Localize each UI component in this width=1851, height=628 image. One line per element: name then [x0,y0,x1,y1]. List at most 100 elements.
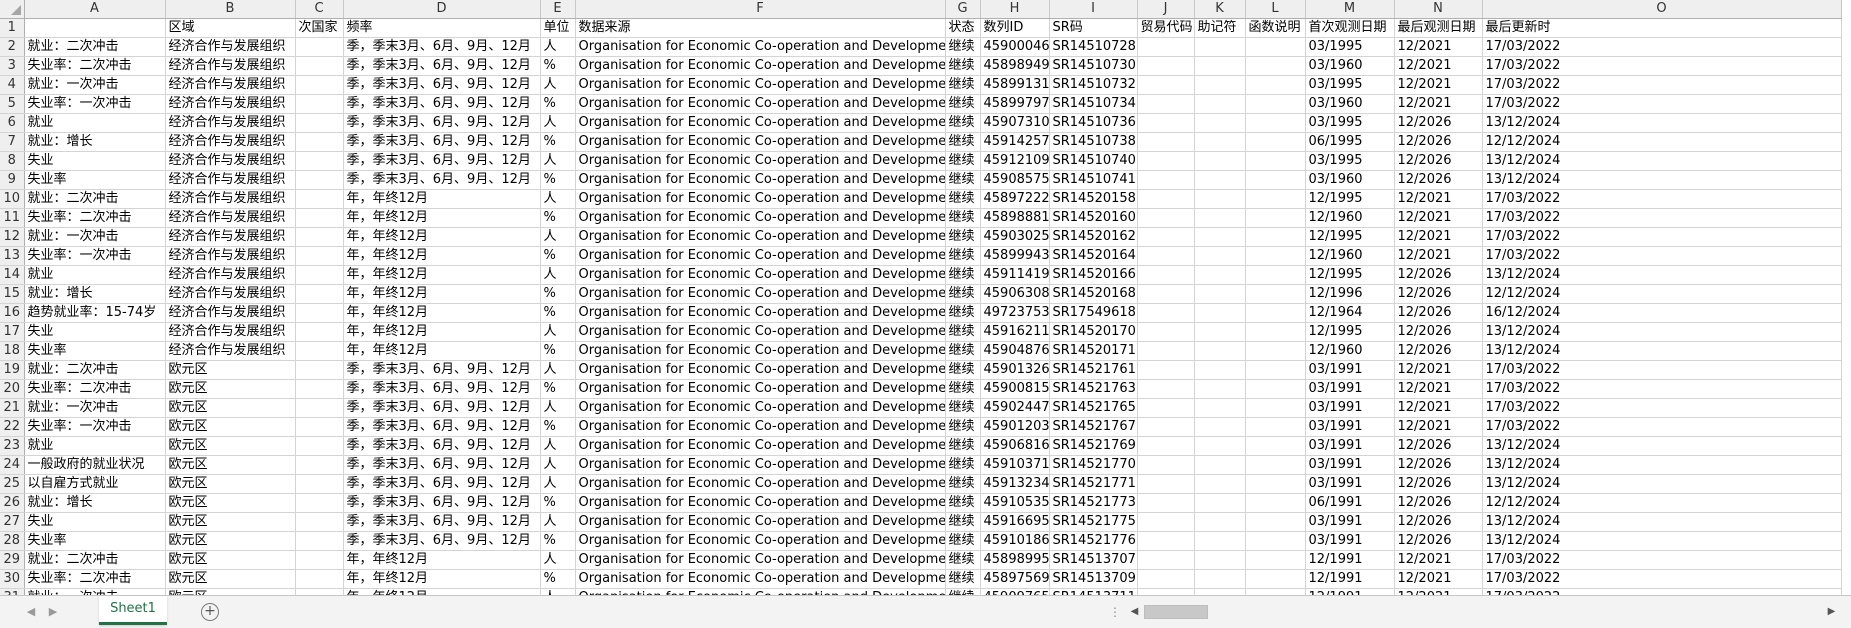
cell-c[interactable] [295,417,344,437]
cell-h[interactable]: 459166957 [980,512,1050,532]
cell-d[interactable]: 年，年终12月 [343,265,541,285]
column-header-l[interactable]: L [1245,0,1306,19]
cell-g[interactable]: 继续 [945,417,981,437]
cell-b[interactable]: 欧元区 [165,360,296,380]
cell-a[interactable]: 失业率：二次冲击 [24,379,166,399]
cell-b[interactable]: 经济合作与发展组织 [165,151,296,171]
cell-n[interactable]: 12/2026 [1394,113,1483,133]
cell-b[interactable]: 经济合作与发展组织 [165,208,296,228]
cell-l[interactable] [1245,227,1306,247]
cell-k[interactable] [1194,37,1246,57]
row-header[interactable]: 26 [0,493,25,513]
cell-c[interactable] [295,398,344,418]
cell-f[interactable]: Organisation for Economic Co-operation a… [575,322,946,342]
cell-c[interactable] [295,569,344,589]
row-header[interactable]: 22 [0,417,25,437]
cell-h[interactable]: 459105357 [980,493,1050,513]
cell-f[interactable]: Organisation for Economic Co-operation a… [575,569,946,589]
cell-m[interactable]: 03/1991 [1305,474,1395,494]
cell-e[interactable]: 人 [540,322,576,342]
cell-o[interactable]: 17/03/2022 [1482,360,1842,380]
column-header-e[interactable]: E [540,0,576,19]
cell-o[interactable]: 13/12/2024 [1482,113,1842,133]
cell-b[interactable]: 经济合作与发展组织 [165,284,296,304]
cell-d[interactable]: 季，季末3月、6月、9月、12月 [343,56,541,76]
cell-g[interactable]: 继续 [945,379,981,399]
cell-a[interactable]: 就业 [24,436,166,456]
cell-h[interactable]: 459085757 [980,170,1050,190]
column-header-j[interactable]: J [1137,0,1195,19]
cell-d[interactable]: 季，季末3月、6月、9月、12月 [343,398,541,418]
cell-a[interactable]: 失业率：一次冲击 [24,246,166,266]
scroll-right-icon[interactable]: ▶ [1824,604,1839,619]
cell-a[interactable]: 就业：二次冲击 [24,550,166,570]
cell-k[interactable] [1194,75,1246,95]
cell-c[interactable] [295,436,344,456]
cell-f[interactable]: Organisation for Economic Co-operation a… [575,94,946,114]
cell-c[interactable] [295,265,344,285]
cell-h[interactable]: 459103717 [980,455,1050,475]
cell-g[interactable]: 继续 [945,227,981,247]
cell-c[interactable] [295,56,344,76]
plus-circle-icon[interactable]: + [201,603,219,621]
cell-k[interactable] [1194,94,1246,114]
cell-a[interactable]: 失业率 [24,531,166,551]
cell-c[interactable] [295,208,344,228]
cell-c[interactable] [295,113,344,133]
cell-a[interactable]: 失业 [24,151,166,171]
cell-j[interactable] [1137,151,1195,171]
cell-j[interactable] [1137,569,1195,589]
cell-a[interactable]: 就业：二次冲击 [24,189,166,209]
cell-l[interactable] [1245,550,1306,570]
cell-n[interactable]: 12/2026 [1394,284,1483,304]
cell-i[interactable]: SR145201627 [1049,227,1138,247]
cell-l[interactable] [1245,189,1306,209]
cell-d[interactable]: 年，年终12月 [343,303,541,323]
row-header[interactable]: 30 [0,569,25,589]
cell-a[interactable]: 就业：增长 [24,132,166,152]
cell-l[interactable] [1245,493,1306,513]
cell-o[interactable]: 17/03/2022 [1482,189,1842,209]
cell-j[interactable] [1137,227,1195,247]
cell-k[interactable] [1194,398,1246,418]
cell-j[interactable] [1137,37,1195,57]
cell-m[interactable]: 12/1991 [1305,550,1395,570]
cell-b[interactable]: 经济合作与发展组织 [165,94,296,114]
cell-b[interactable]: 欧元区 [165,493,296,513]
cell-i[interactable]: SR145107387 [1049,132,1138,152]
cell-o[interactable]: 16/12/2024 [1482,303,1842,323]
cell-k[interactable] [1194,132,1246,152]
cell-j[interactable] [1137,56,1195,76]
cell-j[interactable] [1137,360,1195,380]
cell-g[interactable]: 继续 [945,132,981,152]
cell-b[interactable]: 欧元区 [165,455,296,475]
row-header[interactable]: 3 [0,56,25,76]
cell-m[interactable]: 03/1995 [1305,75,1395,95]
cell-i[interactable]: SR145217637 [1049,379,1138,399]
cell-b[interactable]: 欧元区 [165,398,296,418]
cell-i[interactable]: SR145107287 [1049,37,1138,57]
cell-g[interactable]: 继续 [945,493,981,513]
column-header-f[interactable]: F [575,0,946,19]
cell-k[interactable] [1194,474,1246,494]
cell-i[interactable]: SR145201707 [1049,322,1138,342]
cell-j[interactable] [1137,512,1195,532]
cell-i[interactable]: SR145201687 [1049,284,1138,304]
cell-l[interactable] [1245,113,1306,133]
cell-l[interactable] [1245,417,1306,437]
cell-e[interactable]: % [540,303,576,323]
cell-f[interactable]: Organisation for Economic Co-operation a… [575,170,946,190]
cell-o[interactable]: 17/03/2022 [1482,56,1842,76]
cell-m[interactable]: 12/1995 [1305,189,1395,209]
cell-j[interactable] [1137,170,1195,190]
cell-o[interactable]: 13/12/2024 [1482,341,1842,361]
cell-j[interactable] [1137,322,1195,342]
cell-l[interactable] [1245,512,1306,532]
cell-e[interactable]: % [540,284,576,304]
column-header-b[interactable]: B [165,0,296,19]
cell-d[interactable]: 季，季末3月、6月、9月、12月 [343,360,541,380]
row-header[interactable]: 28 [0,531,25,551]
cell-n[interactable]: 12/2021 [1394,37,1483,57]
row-header[interactable]: 27 [0,512,25,532]
cell-f[interactable]: Organisation for Economic Co-operation a… [575,132,946,152]
